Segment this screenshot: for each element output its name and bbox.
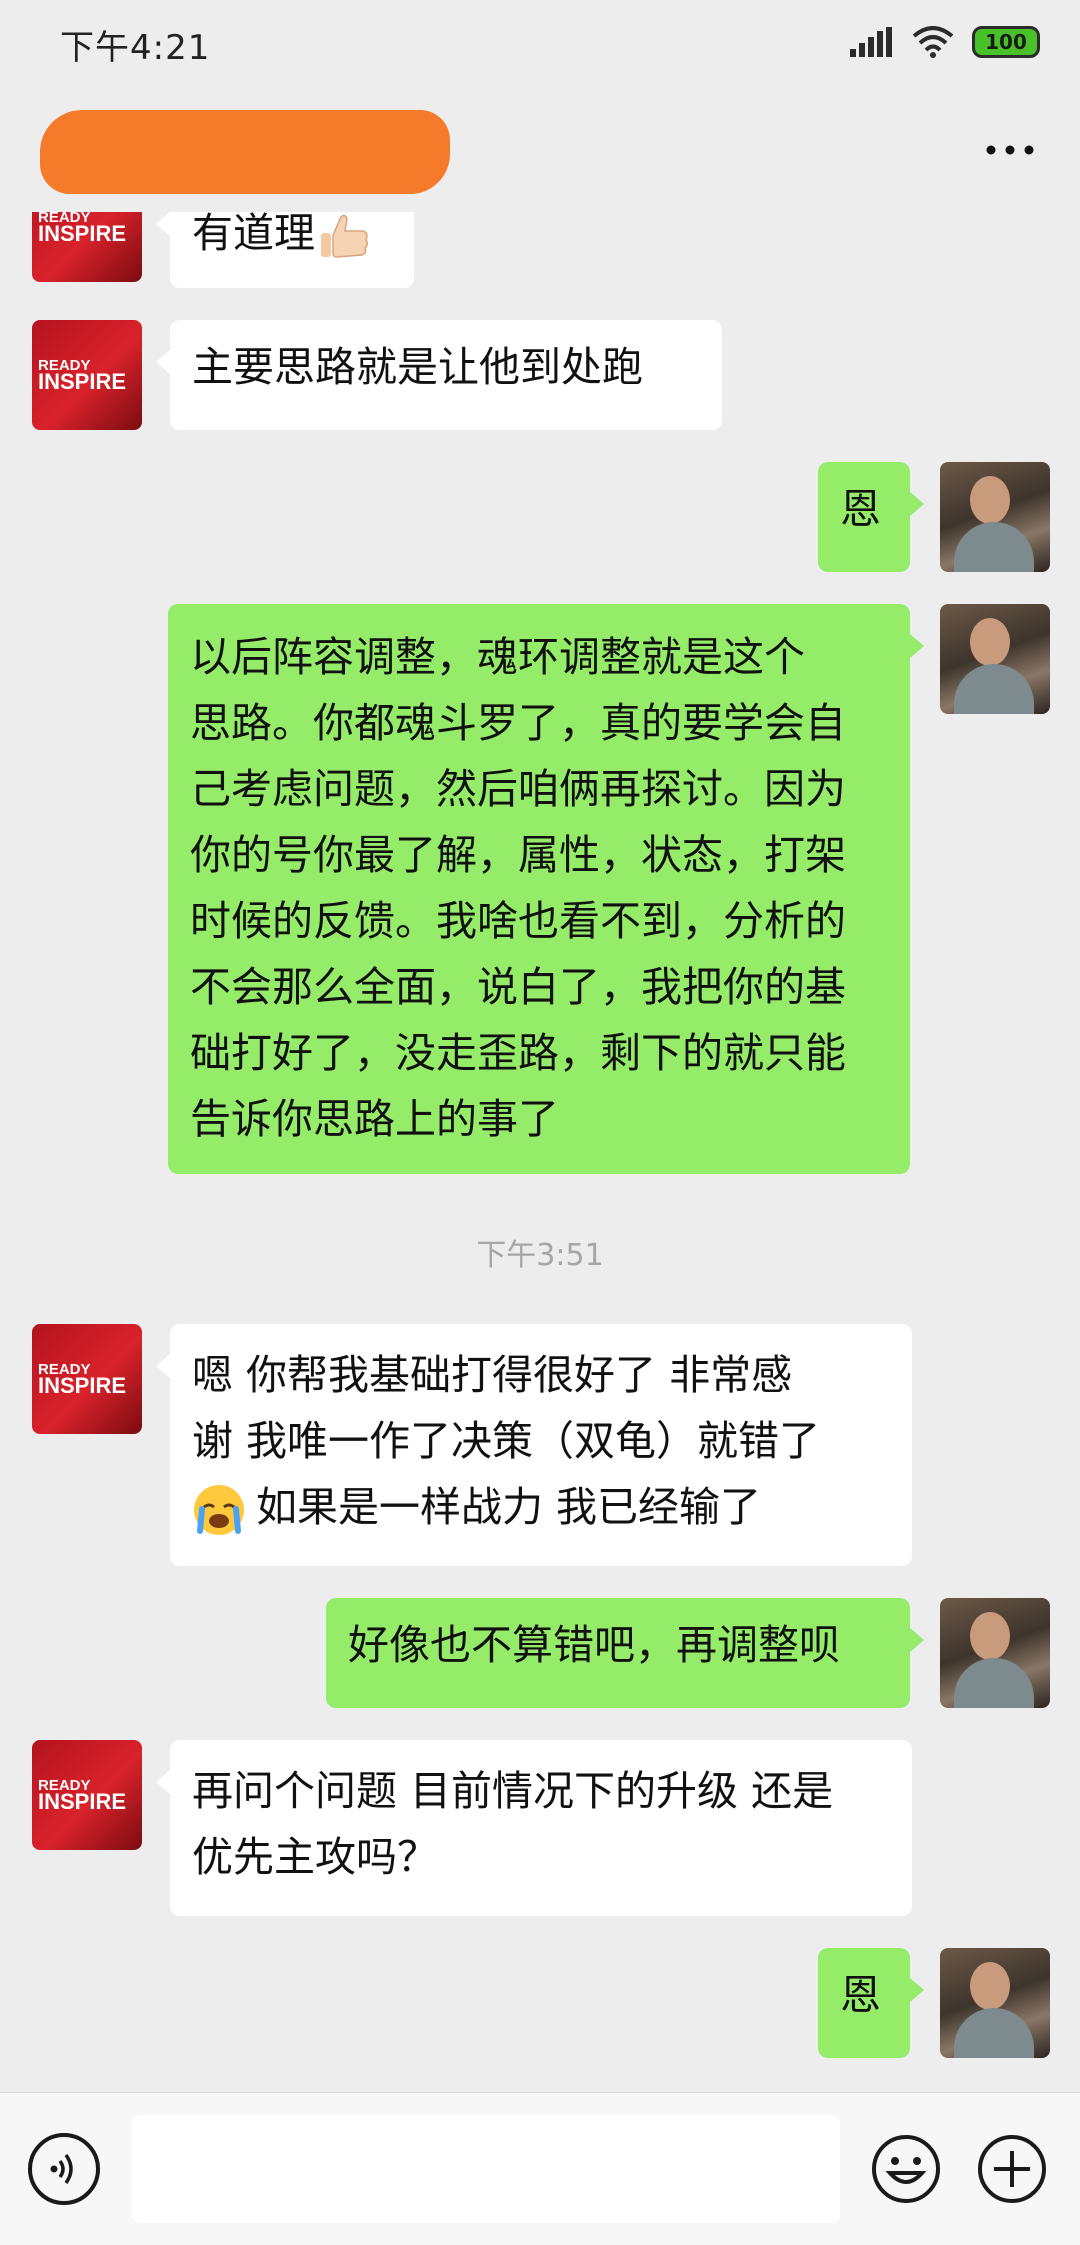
chat-message-list[interactable]: READY INSPIRE 有道理 READY INSPIRE 主要思路就是让他…: [0, 212, 1080, 2092]
input-bar: [0, 2092, 1080, 2245]
avatar[interactable]: [940, 604, 1050, 714]
voice-input-button[interactable]: [28, 2133, 100, 2205]
message-bubble[interactable]: 嗯 你帮我基础打得很好了 非常感 谢 我唯一作了决策（双龟）就错了 如果是一样战…: [156, 1324, 912, 1566]
message-text: 恩: [840, 485, 881, 533]
message-line: 嗯 你帮我基础打得很好了 非常感: [192, 1351, 793, 1399]
message-line: 如果是一样战力 我已经输了: [192, 1474, 890, 1540]
message-bubble[interactable]: 主要思路就是让他到处跑: [156, 320, 722, 430]
message-line: 优先主攻吗？: [192, 1833, 438, 1881]
status-time: 下午4:21: [60, 28, 211, 68]
message-bubble[interactable]: 以后阵容调整，魂环调整就是这个 思路。你都魂斗罗了，真的要学会自 己考虑问题，然…: [168, 604, 924, 1174]
avatar[interactable]: READY INSPIRE: [32, 1324, 142, 1434]
thumbs-up-icon: [321, 214, 369, 258]
more-actions-button[interactable]: [976, 2133, 1048, 2205]
message-line: 你的号你最了解，属性，状态，打架: [190, 831, 846, 879]
avatar[interactable]: READY INSPIRE: [32, 1740, 142, 1850]
message-text: 好像也不算错吧，再调整呗: [348, 1621, 840, 1669]
message-bubble[interactable]: 有道理: [156, 212, 414, 288]
message-bubble[interactable]: 再问个问题 目前情况下的升级 还是 优先主攻吗？: [156, 1740, 912, 1916]
emoji-button[interactable]: [870, 2133, 942, 2205]
chat-header: [0, 90, 1080, 212]
wifi-icon: [912, 26, 954, 58]
message-bubble[interactable]: 恩: [818, 462, 924, 572]
more-dots-icon: [986, 145, 1034, 155]
message-line: 不会那么全面，说白了，我把你的基: [190, 963, 846, 1011]
redacted-contact-name: [40, 110, 450, 194]
voice-icon: [50, 2153, 73, 2185]
avatar-brand-text: READY INSPIRE: [38, 212, 127, 246]
message-text: 主要思路就是让他到处跑: [192, 343, 643, 391]
message-line: 己考虑问题，然后咱俩再探讨。因为: [190, 765, 846, 813]
more-options-button[interactable]: [980, 120, 1040, 180]
message-text: 有道理: [192, 212, 315, 257]
message-line: 再问个问题 目前情况下的升级 还是: [192, 1767, 834, 1815]
message-input[interactable]: [132, 2115, 840, 2223]
avatar[interactable]: [940, 1948, 1050, 2058]
status-bar: 下午4:21 100: [0, 0, 1080, 90]
avatar-brand-text: READY INSPIRE: [38, 1777, 127, 1814]
message-line: 础打好了，没走歪路，剩下的就只能: [190, 1029, 846, 1077]
message-line: 时候的反馈。我啥也看不到，分析的: [190, 897, 846, 945]
emoji-icon: [872, 2135, 940, 2203]
status-icons: 100: [850, 22, 1040, 62]
avatar-brand-text: READY INSPIRE: [38, 1361, 127, 1398]
signal-icon: [850, 27, 892, 57]
message-text: 恩: [840, 1971, 881, 2019]
time-divider: 下午3:51: [476, 1238, 604, 1273]
avatar[interactable]: [940, 1598, 1050, 1708]
crying-face-icon: [194, 1485, 244, 1535]
message-line: 告诉你思路上的事了: [190, 1095, 559, 1143]
plus-icon: [978, 2135, 1046, 2203]
message-line: 谢 我唯一作了决策（双龟）就错了: [192, 1417, 821, 1465]
message-line: 以后阵容调整，魂环调整就是这个: [190, 633, 805, 681]
battery-indicator: 100: [972, 26, 1040, 58]
avatar[interactable]: [940, 462, 1050, 572]
message-bubble[interactable]: 好像也不算错吧，再调整呗: [326, 1598, 924, 1708]
message-line: 思路。你都魂斗罗了，真的要学会自: [190, 699, 846, 747]
message-bubble[interactable]: 恩: [818, 1948, 924, 2058]
avatar[interactable]: READY INSPIRE: [32, 212, 142, 282]
avatar-brand-text: READY INSPIRE: [38, 357, 127, 394]
avatar[interactable]: READY INSPIRE: [32, 320, 142, 430]
